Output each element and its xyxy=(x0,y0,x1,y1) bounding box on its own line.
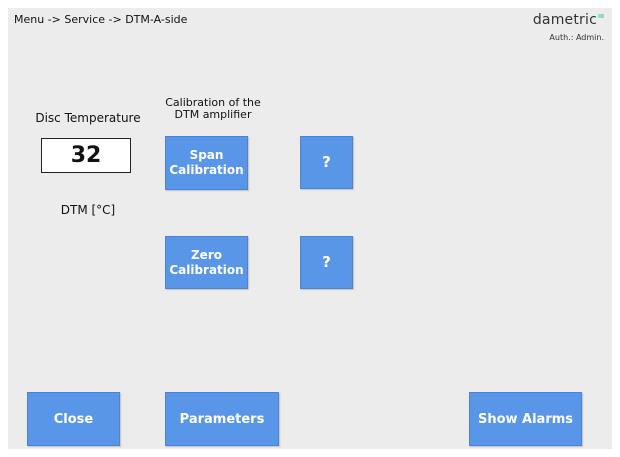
auth-level: Auth.: Admin. xyxy=(549,33,604,42)
zero-calibration-label-line2: Calibration xyxy=(169,262,244,277)
brand-name: dametric xyxy=(532,12,597,28)
span-calibration-button[interactable]: Span Calibration xyxy=(165,136,248,190)
zero-calibration-button[interactable]: Zero Calibration xyxy=(165,236,248,289)
temperature-value-display: 32 xyxy=(41,138,131,173)
span-help-button[interactable]: ? xyxy=(300,136,353,189)
zero-help-button[interactable]: ? xyxy=(300,236,353,289)
parameters-button[interactable]: Parameters xyxy=(165,392,279,446)
show-alarms-button[interactable]: Show Alarms xyxy=(469,392,582,446)
span-calibration-label-line2: Calibration xyxy=(169,163,244,177)
breadcrumb: Menu -> Service -> DTM-A-side xyxy=(14,13,188,26)
brand-logo: dametric xyxy=(533,12,604,28)
span-calibration-label-line1: Span xyxy=(189,148,224,162)
close-button[interactable]: Close xyxy=(27,392,120,446)
calibration-title-line2: DTM amplifier xyxy=(174,108,252,121)
temperature-unit-label: DTM [°C] xyxy=(60,203,116,217)
brand-mark-icon xyxy=(598,14,604,18)
service-screen: Menu -> Service -> DTM-A-side dametric A… xyxy=(8,8,612,449)
calibration-title: Calibration of the DTM amplifier xyxy=(158,97,268,121)
disc-temperature-title: Disc Temperature xyxy=(35,111,141,125)
zero-calibration-label-line1: Zero xyxy=(190,247,222,262)
